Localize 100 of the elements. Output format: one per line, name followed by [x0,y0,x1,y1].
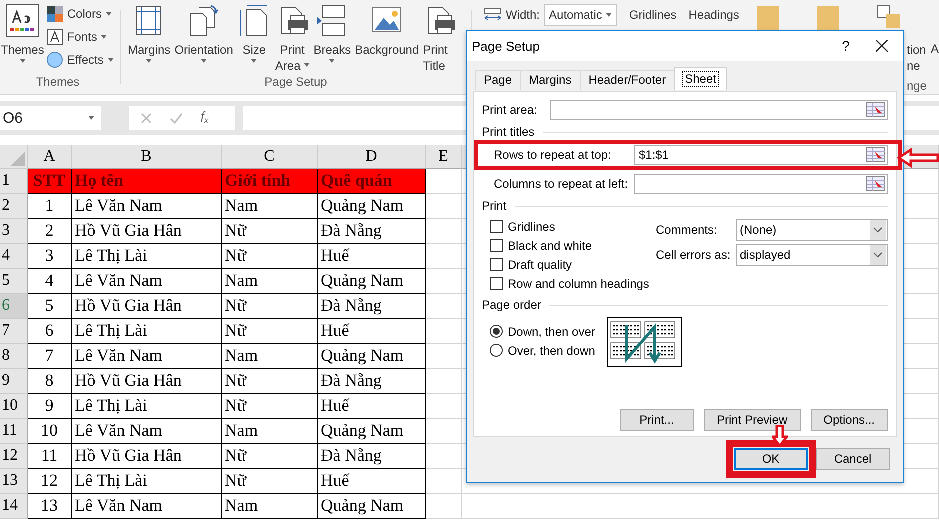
name-box[interactable]: O6 [0,106,101,130]
table-cell: Quảng Nam [318,269,426,294]
margins-button[interactable]: Margins [127,4,172,63]
row-header[interactable]: 5 [0,269,28,294]
table-cell: Đà Nẵng [318,294,426,319]
colors-button[interactable]: Colors [47,4,114,24]
table-cell: 6 [28,319,72,344]
row-header[interactable]: 12 [0,444,28,469]
table-cell: Nữ [222,469,318,494]
row-header[interactable]: 3 [0,219,28,244]
print-area-button[interactable]: Print Area [274,4,311,74]
ribbon-button-label: ne [906,58,922,74]
table-cell: 13 [28,494,72,519]
column-header[interactable]: A [28,145,72,169]
dialog-title: Page Setup [472,38,541,54]
range-field[interactable]: $1:$1 [634,145,888,165]
table-cell: 2 [28,219,72,244]
table-cell: Huế [318,469,426,494]
circle-icon [47,52,64,68]
breaks-button[interactable]: Breaks [312,4,352,63]
table-cell: Huế [318,244,426,269]
table-cell: Nam [222,194,318,219]
table-cell: 3 [28,244,72,269]
insert-function-button[interactable]: f$_{x}$ [201,109,209,127]
row-header[interactable]: 6 [0,294,28,319]
table-cell: Hồ Vũ Gia Hân [72,294,222,319]
background-button[interactable]: Background [354,4,420,58]
size-button[interactable]: Size [236,4,272,63]
checkbox-label: Row and column headings [508,276,650,290]
table-cell: Lê Thị Lài [72,469,222,494]
grid-icon[interactable] [866,147,886,163]
table-cell: Quảng Nam [318,344,426,369]
ribbon-button-label: A [930,42,939,58]
radio-button[interactable] [490,325,503,338]
row-header[interactable]: 11 [0,419,28,444]
table-cell [426,494,462,519]
dropdown[interactable]: (None) [736,219,888,241]
checkbox[interactable] [490,239,503,252]
column-header[interactable]: E [426,145,462,169]
header-cell: Quê quán [318,169,426,194]
table-cell: Quảng Nam [318,194,426,219]
table-cell: Nữ [222,244,318,269]
ok-button[interactable]: OK [734,448,808,470]
effects-button[interactable]: Effects [47,50,114,70]
grid-icon[interactable] [866,176,886,192]
row-header[interactable]: 8 [0,344,28,369]
dialog-button[interactable]: Print... [620,409,694,431]
header-cell: Giới tính [222,169,318,194]
orientation-button[interactable]: Orientation [174,4,234,63]
column-header[interactable]: C [222,145,318,169]
row-header[interactable]: 10 [0,394,28,419]
field-label: Columns to repeat at left: [494,177,630,191]
width-dropdown[interactable]: Automatic [544,4,618,26]
grid-icon[interactable] [866,102,886,118]
row-header[interactable]: 7 [0,319,28,344]
radio-label: Down, then over [508,324,596,338]
group-label: nge [906,78,927,94]
print-titles-button[interactable]: Print Title [422,4,458,74]
range-field[interactable] [634,174,888,194]
row-header[interactable]: 2 [0,194,28,219]
row-header[interactable]: 9 [0,369,28,394]
themes-button[interactable]: Themes [0,4,46,63]
table-cell: Lê Thị Lài [72,244,222,269]
column-header[interactable]: D [318,145,426,169]
row-header[interactable]: 1 [0,169,28,194]
checkbox[interactable] [490,277,503,290]
dropdown[interactable]: displayed [736,244,888,266]
header-cell: STT [28,169,72,194]
color-swatch-icon [47,6,64,22]
table-cell: 5 [28,294,72,319]
cancel-button[interactable]: Cancel [816,448,890,470]
table-cell: Lê Thị Lài [72,319,222,344]
check-icon[interactable] [170,112,183,124]
table-cell: Nữ [222,444,318,469]
column-header[interactable]: B [72,145,222,169]
row-header[interactable]: 4 [0,244,28,269]
row-header[interactable]: 13 [0,469,28,494]
chevron-down-icon [870,245,886,265]
checkbox-label: Draft quality [508,258,572,272]
table-cell: Nam [222,494,318,519]
table-cell: Hồ Vũ Gia Hân [72,369,222,394]
dialog-tab[interactable]: Sheet [674,67,728,90]
checkbox[interactable] [490,220,503,233]
row-header[interactable]: 14 [0,494,28,519]
fonts-button[interactable]: Fonts [47,27,114,47]
table-cell: Nữ [222,369,318,394]
group-label: Themes [35,74,81,91]
print-area-field[interactable] [550,100,888,120]
radio-button[interactable] [490,344,503,357]
help-button[interactable]: ? [831,38,861,54]
table-cell: Lê Văn Nam [72,494,222,519]
dialog-tab[interactable]: Page [475,70,522,90]
dialog-button[interactable]: Options... [810,409,888,431]
radio-label: Over, then down [508,344,596,358]
triangle-icon [11,152,25,166]
field-label: Comments: [656,223,718,237]
table-cell: 10 [28,419,72,444]
dialog-button[interactable]: Print Preview [704,409,801,431]
checkbox[interactable] [490,258,503,271]
table-cell: Hồ Vũ Gia Hân [72,444,222,469]
